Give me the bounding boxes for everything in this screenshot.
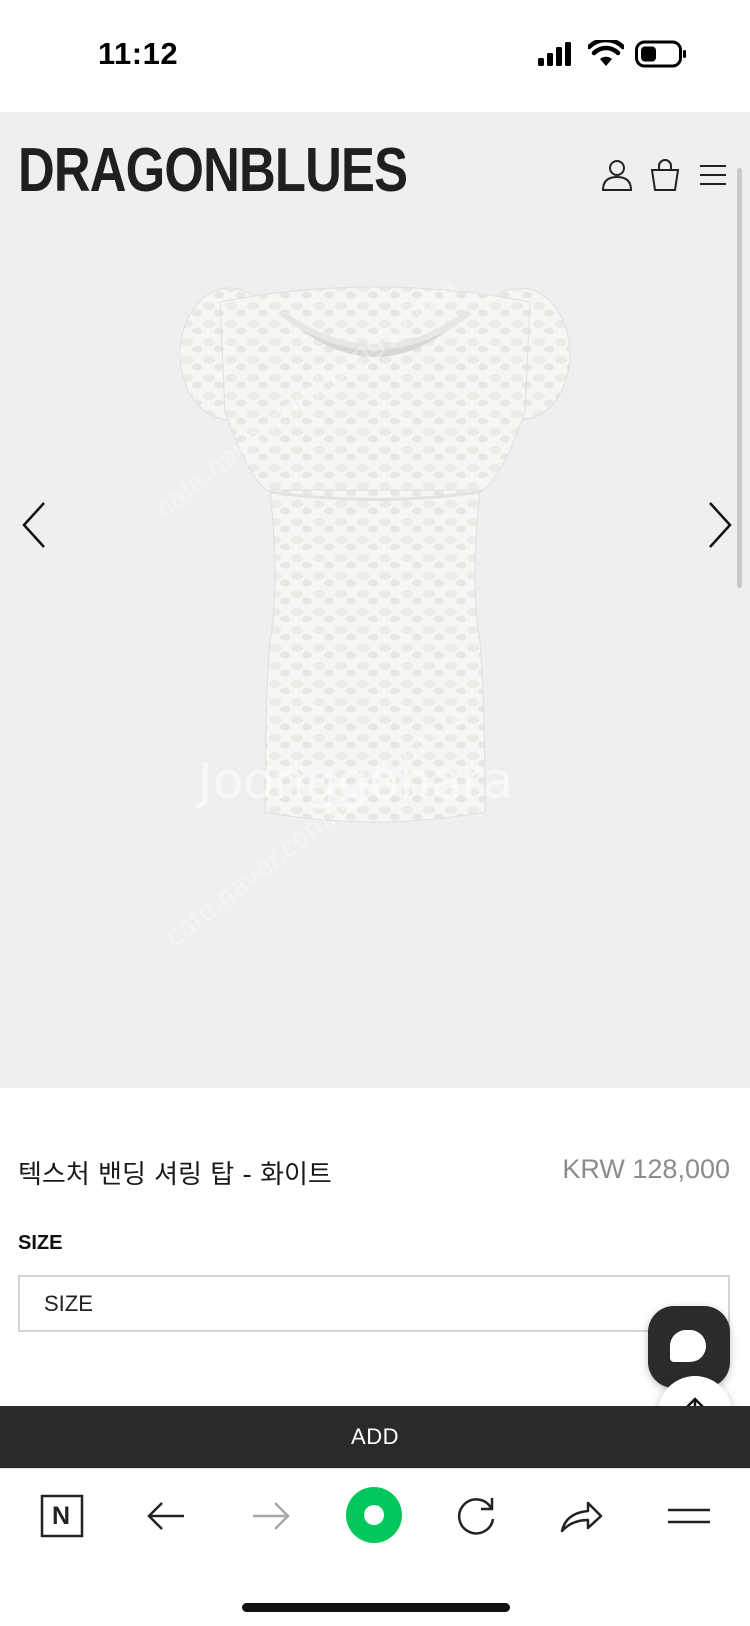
- status-time: 11:12: [98, 36, 179, 71]
- back-arrow-icon[interactable]: [142, 1491, 192, 1541]
- next-image-arrow-icon[interactable]: [700, 497, 736, 553]
- product-name: 텍스처 밴딩 셔링 탑 - 화이트: [18, 1160, 332, 1190]
- battery-icon: [635, 40, 686, 68]
- chat-bubble-icon: [670, 1330, 706, 1362]
- product-image: [180, 286, 570, 823]
- naver-green-dot-icon[interactable]: [344, 1485, 404, 1545]
- add-button[interactable]: ADD: [0, 1406, 750, 1468]
- account-icon[interactable]: [600, 158, 634, 192]
- size-select-value: SIZE: [44, 1291, 93, 1316]
- menu-lines-icon[interactable]: [664, 1491, 714, 1541]
- wifi-icon: [588, 40, 624, 66]
- cellular-signal-icon: [538, 42, 571, 66]
- scrollbar[interactable]: [737, 168, 742, 588]
- browser-toolbar: N: [0, 1468, 750, 1626]
- menu-icon[interactable]: [698, 158, 728, 192]
- brand-logo[interactable]: DRAGONBLUES: [18, 140, 408, 202]
- status-bar: 11:12: [0, 0, 750, 112]
- size-select[interactable]: SIZE: [18, 1275, 730, 1332]
- home-indicator[interactable]: [242, 1603, 510, 1612]
- share-icon[interactable]: [556, 1491, 606, 1541]
- shopping-bag-icon[interactable]: [648, 158, 682, 192]
- refresh-icon[interactable]: [452, 1491, 502, 1541]
- add-button-label: ADD: [351, 1424, 399, 1449]
- forward-arrow-icon[interactable]: [245, 1491, 295, 1541]
- product-hero: DRAGONBLUES Joonggonara cafe.naver.com/j…: [0, 112, 750, 1088]
- naver-home-button[interactable]: N: [37, 1491, 87, 1541]
- prev-image-arrow-icon[interactable]: [18, 497, 54, 553]
- product-price: KRW 128,000: [562, 1154, 730, 1184]
- product-info: 텍스처 밴딩 셔링 탑 - 화이트 KRW 128,000 SIZE SIZE: [0, 1088, 750, 1408]
- naver-n-letter: N: [52, 1502, 71, 1530]
- size-label: SIZE: [18, 1232, 63, 1254]
